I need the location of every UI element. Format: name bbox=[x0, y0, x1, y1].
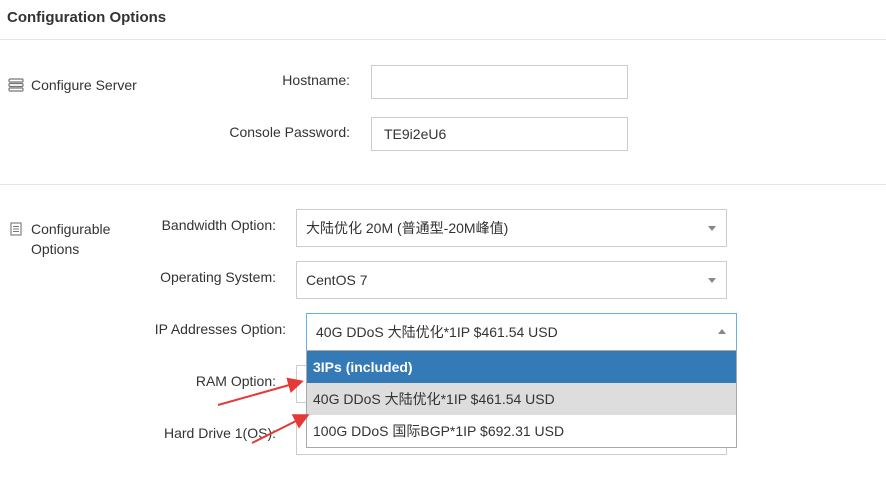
caret-up-icon bbox=[718, 329, 726, 334]
hostname-label: Hostname: bbox=[282, 72, 350, 88]
ip-addresses-option-label: IP Addresses Option: bbox=[154, 321, 286, 337]
configurable-options-section-label: Configurable Options bbox=[7, 219, 110, 259]
hostname-input[interactable] bbox=[371, 65, 628, 99]
section-divider bbox=[0, 184, 886, 185]
bandwidth-option-value: 大陆优化 20M (普通型-20M峰值) bbox=[306, 220, 509, 236]
page-title: Configuration Options bbox=[7, 9, 167, 26]
dropdown-option[interactable]: 100G DDoS 国际BGP*1IP $692.31 USD bbox=[307, 415, 736, 447]
ip-addresses-dropdown: 3IPs (included) 40G DDoS 大陆优化*1IP $461.5… bbox=[306, 350, 737, 448]
server-icon bbox=[7, 75, 25, 95]
console-password-input[interactable]: TE9i2eU6 bbox=[371, 117, 628, 151]
caret-icon bbox=[708, 278, 716, 283]
list-icon bbox=[7, 219, 25, 239]
ram-option-label: RAM Option: bbox=[195, 373, 276, 389]
ip-addresses-option-value: 40G DDoS 大陆优化*1IP $461.54 USD bbox=[316, 324, 558, 340]
configure-server-section-label: Configure Server bbox=[7, 75, 137, 95]
configurable-options-label: Configurable Options bbox=[31, 219, 110, 259]
operating-system-value: CentOS 7 bbox=[306, 272, 368, 288]
operating-system-label: Operating System: bbox=[160, 269, 276, 285]
configure-server-label: Configure Server bbox=[31, 77, 137, 93]
caret-icon bbox=[708, 226, 716, 231]
page-header: Configuration Options bbox=[0, 0, 886, 40]
ip-addresses-option-select[interactable]: 40G DDoS 大陆优化*1IP $461.54 USD bbox=[306, 313, 737, 351]
console-password-label: Console Password: bbox=[229, 124, 350, 140]
dropdown-option[interactable]: 40G DDoS 大陆优化*1IP $461.54 USD bbox=[307, 383, 736, 415]
bandwidth-option-select[interactable]: 大陆优化 20M (普通型-20M峰值) bbox=[296, 209, 727, 247]
hard-drive-label: Hard Drive 1(OS): bbox=[163, 425, 276, 441]
configurable-options-label-line1: Configurable bbox=[31, 221, 111, 237]
dropdown-option[interactable]: 3IPs (included) bbox=[307, 351, 736, 383]
console-password-value: TE9i2eU6 bbox=[384, 126, 447, 142]
configurable-options-label-line2: Options bbox=[31, 241, 80, 257]
bandwidth-option-label: Bandwidth Option: bbox=[161, 217, 276, 233]
operating-system-select[interactable]: CentOS 7 bbox=[296, 261, 727, 299]
